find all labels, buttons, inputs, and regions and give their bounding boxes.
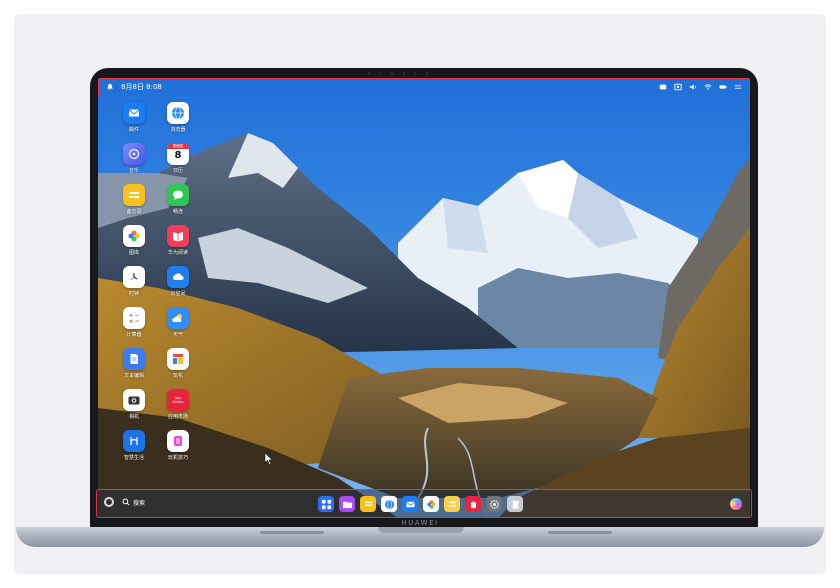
volume-icon[interactable] [689, 83, 697, 91]
wifi-icon[interactable] [704, 83, 712, 91]
device-brand: HUAWEI [401, 519, 439, 527]
battery-icon[interactable] [719, 83, 727, 91]
mouse-cursor-icon [264, 452, 274, 466]
desktop-icon-clock[interactable]: 时钟 [112, 266, 156, 307]
base-foot-left [260, 531, 324, 534]
desktop-icon-calculator[interactable]: + − × = 计算器 [112, 307, 156, 348]
desktop-icon-cloud[interactable]: 云空间 [156, 266, 200, 307]
desktop-icon-label: 智慧生活 [123, 455, 144, 461]
trash-icon[interactable] [507, 496, 523, 512]
desktop-icon-appgallery[interactable]: App Gallery 应用市场 [156, 389, 200, 430]
control-center-icon[interactable] [734, 83, 742, 91]
memo-icon[interactable] [444, 496, 460, 512]
start-circle-icon[interactable] [104, 497, 114, 507]
desktop-icon-gallery[interactable]: 图库 [112, 225, 156, 266]
notification-bell-icon[interactable] [106, 83, 114, 91]
launcher-icon[interactable] [318, 496, 334, 512]
desktop-icon-label: 云空间 [170, 291, 186, 297]
appgallery-badge-text: App Gallery [172, 396, 184, 404]
desktop-icon-music[interactable]: 音乐 [112, 143, 156, 184]
notes-icon[interactable] [360, 496, 376, 512]
search-button[interactable]: 搜索 [122, 498, 145, 507]
appgallery-icon[interactable] [465, 496, 481, 512]
globe-icon[interactable] [381, 496, 397, 512]
desktop-icon-calendar[interactable]: 星期四 8 日历 [156, 143, 200, 184]
weather-icon [167, 307, 189, 329]
desktop-icon-tips2[interactable]: 玩机技巧 [156, 430, 200, 471]
mail-icon [123, 102, 145, 124]
desktop-icon-smart-life[interactable]: 智慧生活 [112, 430, 156, 471]
chat-icon [167, 184, 189, 206]
document-icon [123, 348, 145, 370]
desktop-icon-label: 玩机 [172, 373, 183, 379]
desktop-icon-label: 华为阅读 [167, 250, 188, 256]
desktop-icon-label: 音乐 [128, 168, 139, 174]
gear-icon[interactable] [486, 496, 502, 512]
desktop-icon-label: 畅连 [172, 209, 183, 215]
appgallery-icon: App Gallery [167, 389, 189, 411]
screenshot-icon[interactable] [674, 83, 682, 91]
dock-search[interactable]: 搜索 [104, 497, 145, 507]
desktop-icon-label: 玩机技巧 [167, 455, 188, 461]
laptop-base [16, 527, 824, 547]
camera-icon [123, 389, 145, 411]
desktop-icon-camera[interactable]: 相机 [112, 389, 156, 430]
desktop-icon-label: 时钟 [128, 291, 139, 297]
desktop-icon-label: 备忘录 [126, 209, 142, 215]
assistant-icon[interactable] [730, 498, 742, 510]
dock-apps [318, 496, 523, 512]
desktop-icon-label: 文本编辑 [123, 373, 144, 379]
folder-icon[interactable] [339, 496, 355, 512]
desktop-icon-label: 天气 [172, 332, 183, 338]
gallery-icon[interactable] [423, 496, 439, 512]
webcam [367, 72, 429, 76]
cloud-icon [167, 266, 189, 288]
desktop-icon-books[interactable]: 华为阅读 [156, 225, 200, 266]
svg-text:×: × [129, 319, 133, 325]
base-notch [378, 527, 464, 533]
desktop-icon-tips[interactable]: 玩机 [156, 348, 200, 389]
music-icon [123, 143, 145, 165]
calculator-icon: + − × = [123, 307, 145, 329]
desktop-icon-label: 图库 [128, 250, 139, 256]
search-icon [122, 498, 130, 506]
mail-icon[interactable] [402, 496, 418, 512]
status-datetime[interactable]: 8月8日 8:08 [121, 82, 162, 92]
desktop-icon-label: 相机 [128, 414, 139, 420]
desktop-icon-label: 计算器 [126, 332, 142, 338]
base-foot-right [548, 531, 612, 534]
book-icon [167, 225, 189, 247]
desktop-icon-messages[interactable]: 畅连 [156, 184, 200, 225]
desktop-icon-text-editor[interactable]: 文本编辑 [112, 348, 156, 389]
status-bar: 8月8日 8:08 [98, 78, 750, 96]
dock-bar: 搜索 [98, 490, 750, 518]
search-label: 搜索 [133, 499, 146, 507]
desktop-icon-mail[interactable]: 邮件 [112, 102, 156, 143]
tips2-icon [167, 430, 189, 452]
desktop-icon-memo[interactable]: 备忘录 [112, 184, 156, 225]
smart-life-icon [123, 430, 145, 452]
desktop-icon-browser[interactable]: 浏览器 [156, 102, 200, 143]
desktop-icon-grid: 邮件 浏览器 音乐 星期四 8 日历 备忘录 畅连 图库 华为阅读 时钟 云空间… [112, 102, 200, 471]
desktop-icon-label: 浏览器 [170, 127, 186, 133]
calendar-icon: 星期四 8 [167, 143, 189, 165]
globe-icon [167, 102, 189, 124]
svg-text:=: = [135, 319, 139, 325]
desktop-icon-label: 日历 [172, 168, 183, 174]
clock-icon [123, 266, 145, 288]
calendar-day: 8 [174, 150, 182, 161]
desktop-icon-label: 邮件 [128, 127, 139, 133]
tips-icon [167, 348, 189, 370]
gallery-icon [123, 225, 145, 247]
memo-icon [123, 184, 145, 206]
desktop-icon-weather[interactable]: 天气 [156, 307, 200, 348]
laptop-screen: 8月8日 8:08 邮件 浏览器 音乐 星期四 8 日历 备忘录 畅连 图库 华… [98, 78, 750, 518]
desktop-icon-label: 应用市场 [167, 414, 188, 420]
screen-share-icon[interactable] [659, 83, 667, 91]
